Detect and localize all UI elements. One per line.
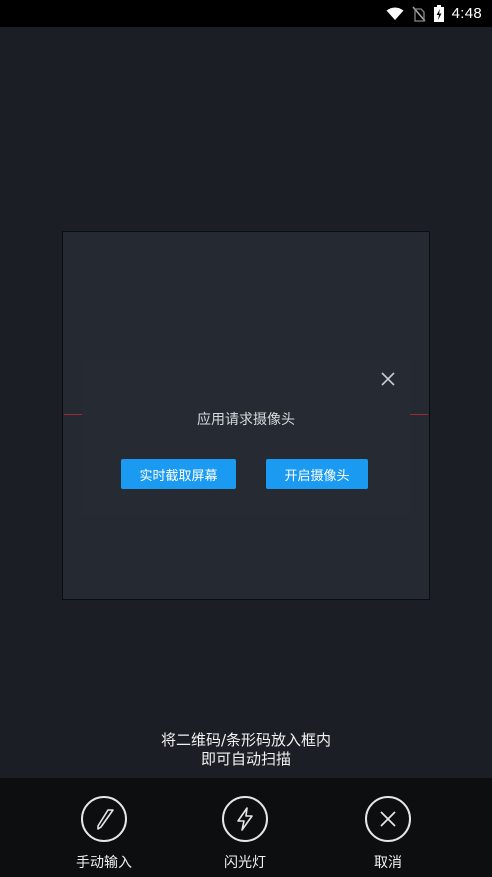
scan-hint-line2: 即可自动扫描 [200,750,291,768]
close-circle-icon [365,796,411,842]
flashlight-label: 闪光灯 [224,855,266,871]
scan-line-left [64,414,82,415]
flash-icon [222,796,268,842]
dialog-title: 应用请求摄像头 [197,412,295,428]
manual-input-label: 手动输入 [76,855,132,871]
no-sim-icon [412,6,426,22]
wifi-icon [386,7,404,21]
status-bar: 4:48 [0,0,492,27]
scan-hint-line1: 将二维码/条形码放入框内 [160,731,332,749]
manual-input-button[interactable]: 手动输入 [59,796,149,872]
battery-charging-icon [433,5,444,22]
cancel-button[interactable]: 取消 [343,796,433,872]
scan-hint: 将二维码/条形码放入框内 即可自动扫描 [0,731,492,769]
screen-capture-button[interactable]: 实时截取屏幕 [121,459,236,489]
cancel-label: 取消 [374,855,402,871]
camera-request-dialog: 应用请求摄像头 实时截取屏幕 开启摄像头 [82,361,410,515]
status-time: 4:48 [451,5,482,22]
open-camera-button[interactable]: 开启摄像头 [266,459,368,489]
bottom-action-bar: 手动输入 闪光灯 取消 [0,778,492,877]
close-icon[interactable] [380,371,396,387]
pen-icon [81,796,127,842]
flashlight-button[interactable]: 闪光灯 [200,796,290,872]
scan-line-right [410,414,428,415]
